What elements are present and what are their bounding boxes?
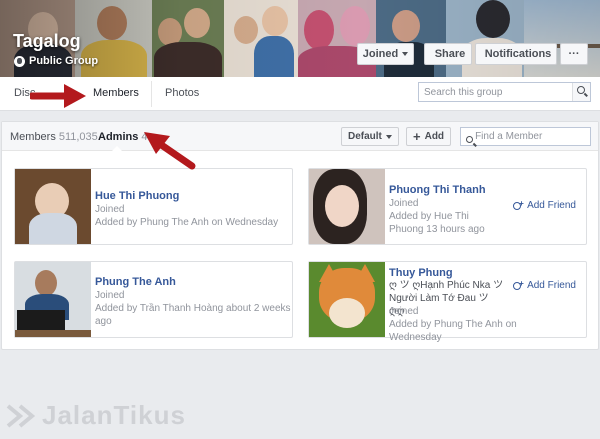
- nav-divider: [151, 81, 152, 107]
- joined-label: Joined: [362, 48, 399, 60]
- annotation-arrow-icon: [144, 132, 196, 170]
- search-icon: [577, 86, 585, 94]
- admin-name[interactable]: Thuy Phung: [389, 267, 453, 279]
- add-friend-button[interactable]: Add Friend: [513, 199, 576, 211]
- profile-photo[interactable]: [15, 169, 91, 244]
- admin-card: Phuong Thi Thanh Joined Added by Hue Thi…: [308, 168, 587, 245]
- profile-photo[interactable]: [15, 262, 91, 337]
- share-label: Share: [434, 48, 466, 60]
- admin-added-by: Added by Trần Thanh Hoàng about 2 weeks …: [95, 303, 291, 327]
- search-icon: [466, 136, 473, 143]
- admin-added-by: Added by Phung The Anh on Wednesday: [95, 217, 279, 228]
- admin-name[interactable]: Phuong Thi Thanh: [389, 184, 486, 196]
- members-count: 511,035: [58, 131, 98, 143]
- add-friend-icon: [513, 279, 524, 290]
- admin-status: Joined: [95, 204, 125, 215]
- group-search: [418, 82, 591, 102]
- admin-name[interactable]: Hue Thi Phuong: [95, 190, 179, 202]
- admin-card: Hue Thi Phuong Joined Added by Phung The…: [14, 168, 293, 245]
- group-search-input[interactable]: [419, 83, 569, 101]
- joined-button[interactable]: Joined: [357, 43, 414, 65]
- globe-icon: [14, 55, 25, 67]
- chevron-down-icon: [402, 52, 409, 56]
- admin-added-by: Added by Phung The Anh on Wednesday: [389, 319, 517, 343]
- group-privacy-label: Public Group: [29, 55, 99, 67]
- find-member-search: [460, 127, 591, 146]
- notifications-button[interactable]: Notifications: [475, 43, 557, 65]
- members-filter-tab[interactable]: Members 511,035: [10, 131, 98, 143]
- sort-label: Default: [348, 131, 382, 142]
- plus-icon: +: [413, 128, 421, 144]
- more-icon: ···: [568, 48, 580, 60]
- admin-name[interactable]: Phung The Anh: [95, 276, 176, 288]
- admin-status: Joined: [389, 198, 419, 209]
- members-panel-header: Members 511,035 Admins 4 Default + Add: [2, 122, 598, 151]
- add-friend-icon: [513, 199, 524, 210]
- add-friend-label: Add Friend: [527, 200, 576, 211]
- find-member-input[interactable]: [471, 128, 584, 145]
- jalantikus-logo-icon: [6, 403, 36, 428]
- members-panel: Members511,035 Admins4 Default + Add Hue…: [1, 121, 599, 350]
- group-privacy: Public Group: [14, 55, 98, 67]
- active-tab-indicator: [112, 146, 122, 151]
- add-label: Add: [424, 131, 445, 142]
- profile-photo[interactable]: [309, 262, 385, 337]
- add-member-button[interactable]: + Add: [406, 127, 452, 146]
- share-button[interactable]: Share: [424, 43, 472, 65]
- sort-dropdown[interactable]: Default: [341, 127, 399, 146]
- admin-card: Thuy Phung ღ ツ ღHạnh Phúc Nka ツ Người Là…: [308, 261, 587, 343]
- admin-card: Phung The Anh Joined Added by Trần Thanh…: [14, 261, 293, 338]
- members-label: Members: [10, 131, 56, 143]
- notifications-label: Notifications: [484, 48, 552, 60]
- admins-label: Admins: [98, 131, 139, 143]
- watermark: JalanTikus: [6, 400, 186, 431]
- tab-photos[interactable]: Photos: [165, 87, 199, 99]
- add-friend-button[interactable]: Add Friend: [513, 279, 576, 291]
- admin-added-by: Added by Hue Thi Phuong 13 hours ago: [389, 211, 485, 235]
- tab-members[interactable]: Members: [93, 87, 139, 99]
- watermark-text: JalanTikus: [42, 400, 186, 430]
- search-button[interactable]: [572, 83, 590, 101]
- admin-status: Joined: [95, 290, 125, 301]
- profile-photo[interactable]: [309, 169, 385, 244]
- annotation-arrow-icon: [30, 84, 86, 108]
- add-friend-label: Add Friend: [527, 280, 576, 291]
- group-title[interactable]: Tagalog: [13, 31, 81, 52]
- admin-status: Joined: [389, 306, 419, 317]
- chevron-down-icon: [385, 134, 392, 139]
- more-options-button[interactable]: ···: [560, 43, 588, 65]
